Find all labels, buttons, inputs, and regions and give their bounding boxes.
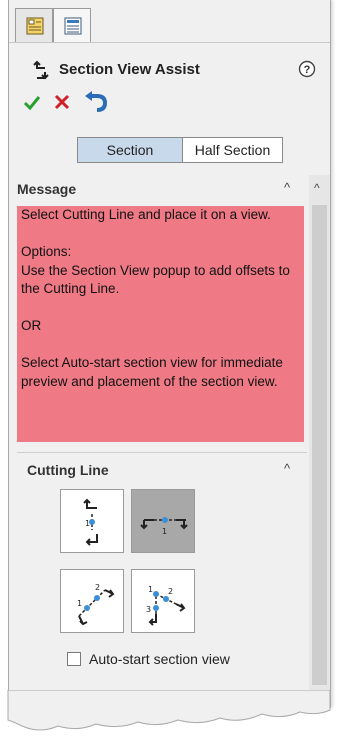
scroll-thumb[interactable]: [312, 205, 327, 685]
checkmark-icon: [23, 96, 41, 111]
aligned-cutting-line-icon: 1 2 3: [146, 585, 186, 626]
aligned-cutting-line-button[interactable]: 1 2 3: [131, 569, 195, 633]
tab-divider: [9, 42, 330, 43]
cutting-line-group-label: Cutting Line: [27, 462, 109, 478]
auto-start-label[interactable]: Auto-start section view: [89, 651, 230, 667]
message-group-header[interactable]: Message ^: [9, 177, 309, 203]
close-icon: [54, 94, 70, 110]
undo-arrow-icon: [85, 91, 108, 112]
message-line: Use the Section View popup to add offset…: [21, 262, 290, 297]
vertical-cutting-line-icon: 1: [83, 498, 98, 546]
page-title: Section View Assist: [59, 61, 200, 78]
tab-feature-tree[interactable]: [53, 8, 91, 42]
message-line: Options:: [21, 244, 72, 259]
auxiliary-cutting-line-button[interactable]: 1 2: [60, 569, 124, 633]
svg-text:3: 3: [146, 605, 151, 614]
section-view-icon: [33, 60, 49, 80]
svg-text:1: 1: [85, 519, 90, 528]
svg-text:?: ?: [304, 64, 311, 76]
message-group-label: Message: [17, 181, 77, 197]
group-divider: [17, 452, 307, 453]
message-line: OR: [21, 318, 42, 333]
scrollbar[interactable]: ^: [309, 175, 330, 690]
svg-text:1: 1: [148, 585, 153, 594]
tab-property-manager[interactable]: [15, 8, 53, 42]
feature-tree-icon: [64, 17, 82, 35]
back-button[interactable]: [83, 90, 111, 119]
scroll-up-icon[interactable]: ^: [314, 181, 320, 195]
auto-start-checkbox[interactable]: [67, 652, 81, 666]
cutting-line-group-header[interactable]: Cutting Line ^: [9, 458, 309, 484]
action-bar: [9, 90, 209, 119]
section-view-assist-panel: Section View Assist ? Section Half Secti…: [8, 0, 331, 708]
ok-button[interactable]: [22, 92, 42, 117]
auto-start-row: Auto-start section view: [67, 650, 287, 668]
svg-text:1: 1: [77, 599, 82, 608]
collapse-icon[interactable]: ^: [284, 461, 290, 476]
message-box: Select Cutting Line and place it on a vi…: [17, 206, 304, 442]
horizontal-cutting-line-button[interactable]: 1: [131, 489, 195, 553]
collapse-icon[interactable]: ^: [284, 180, 290, 195]
cancel-button[interactable]: [52, 92, 72, 117]
help-icon[interactable]: ?: [298, 60, 316, 78]
message-line: Select Cutting Line and place it on a vi…: [21, 207, 271, 222]
property-manager-icon: [26, 17, 44, 35]
horizontal-cutting-line-icon: 1: [140, 517, 188, 536]
vertical-cutting-line-button[interactable]: 1: [60, 489, 124, 553]
torn-edge-decoration: [7, 690, 331, 731]
panel-header: Section View Assist ?: [9, 56, 330, 86]
auxiliary-cutting-line-icon: 1 2: [77, 583, 115, 626]
svg-text:2: 2: [168, 587, 173, 596]
section-mode-toggle: Section Half Section: [77, 137, 283, 163]
section-button[interactable]: Section: [78, 138, 183, 162]
svg-text:2: 2: [95, 583, 100, 592]
message-line: Select Auto-start section view for immed…: [21, 355, 283, 389]
svg-text:1: 1: [162, 527, 167, 536]
half-section-button[interactable]: Half Section: [183, 138, 282, 162]
